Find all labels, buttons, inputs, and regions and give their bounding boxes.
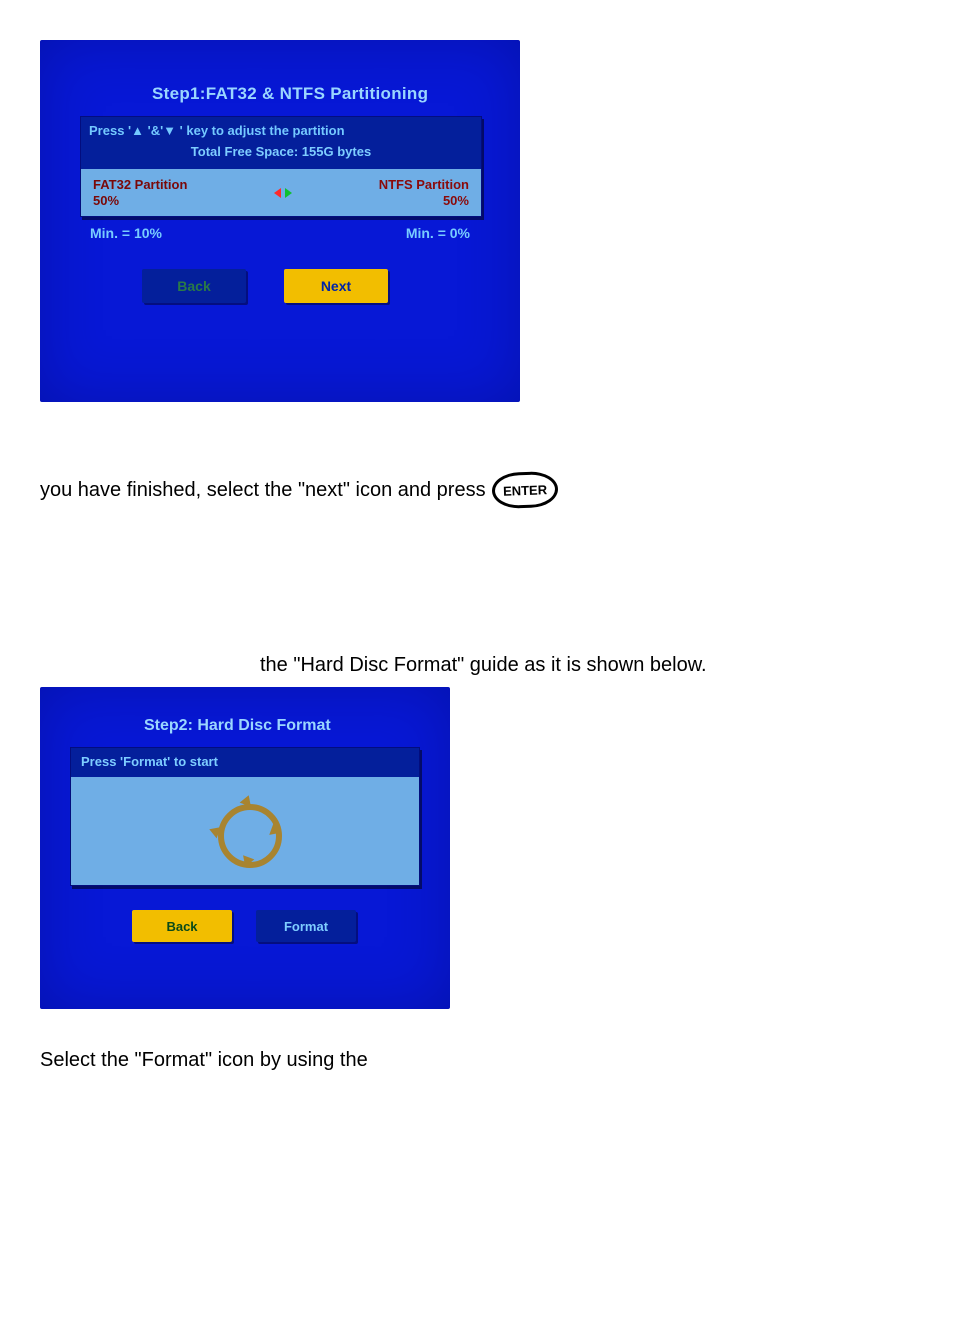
paragraph-next-instruction: you have finished, select the "next" ico… bbox=[40, 479, 486, 502]
ntfs-percent: 50% bbox=[379, 193, 469, 209]
spinner-icon bbox=[211, 797, 279, 865]
step1-partitioning-screenshot: Step1:FAT32 & NTFS Partitioning Press '▲… bbox=[40, 40, 520, 402]
fat32-label: FAT32 Partition bbox=[93, 177, 187, 193]
step2-format-screenshot: Step2: Hard Disc Format Press 'Format' t… bbox=[40, 687, 450, 1009]
fat32-percent: 50% bbox=[93, 193, 187, 209]
fat32-min: Min. = 10% bbox=[90, 225, 162, 241]
partition-values-row: FAT32 Partition 50% NTFS Partition 50% bbox=[81, 169, 481, 216]
step2-title: Step2: Hard Disc Format bbox=[144, 717, 436, 735]
back-button-2[interactable]: Back bbox=[132, 910, 232, 942]
back-button[interactable]: Back bbox=[142, 269, 246, 303]
step1-title: Step1:FAT32 & NTFS Partitioning bbox=[152, 84, 500, 104]
paragraph-format-guide: the "Hard Disc Format" guide as it is sh… bbox=[260, 654, 914, 677]
ntfs-min: Min. = 0% bbox=[406, 225, 470, 241]
partition-instruction: Press '▲ '&'▼ ' key to adjust the partit… bbox=[81, 117, 481, 142]
enter-key-icon: ENTER bbox=[491, 471, 558, 509]
format-panel: Press 'Format' to start bbox=[70, 747, 420, 886]
next-button[interactable]: Next bbox=[284, 269, 388, 303]
partition-min-row: Min. = 10% Min. = 0% bbox=[60, 217, 500, 241]
format-panel-body bbox=[71, 777, 419, 885]
partition-total-space: Total Free Space: 155G bytes bbox=[81, 142, 481, 169]
ntfs-label: NTFS Partition bbox=[379, 177, 469, 193]
paragraph-select-format: Select the "Format" icon by using the bbox=[40, 1049, 914, 1072]
format-instruction: Press 'Format' to start bbox=[71, 748, 419, 777]
adjust-arrows-icon[interactable] bbox=[274, 188, 292, 198]
format-button[interactable]: Format bbox=[256, 910, 356, 942]
partition-panel: Press '▲ '&'▼ ' key to adjust the partit… bbox=[80, 116, 482, 217]
